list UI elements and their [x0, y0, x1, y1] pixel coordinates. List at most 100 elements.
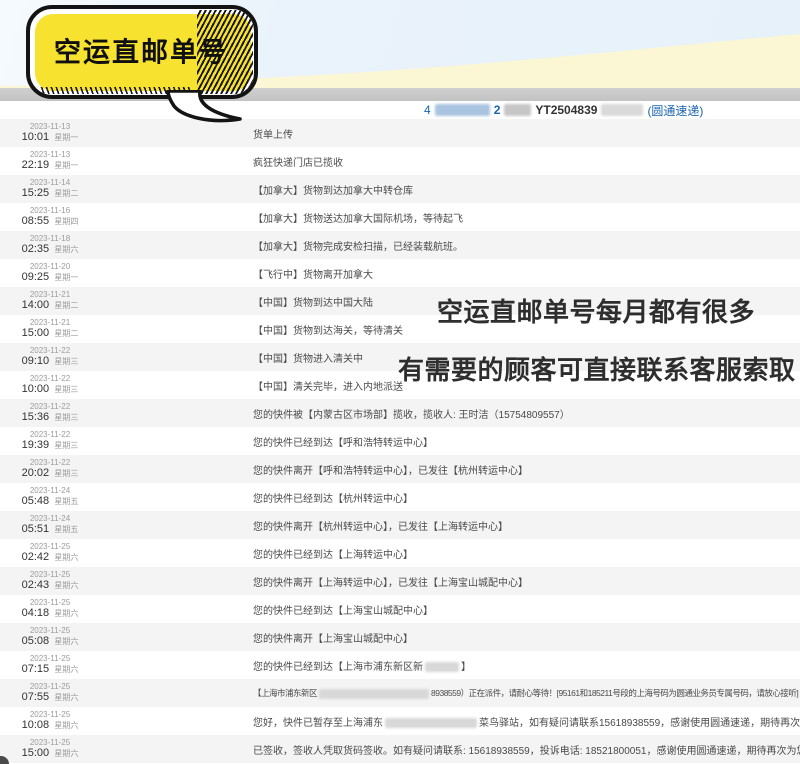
event-date-cell: 2023-11-13 10:01 星期一 — [0, 122, 100, 144]
message-text: 菜鸟驿站，如有疑问请联系15618938559，感谢使用圆通速递，期待再次为您服… — [479, 718, 800, 729]
event-time-text: 15:00 星期六 — [0, 747, 100, 760]
event-message: 您的快件已经到达【上海市浦东新区新】 — [253, 658, 471, 673]
event-weekday-text: 星期四 — [52, 217, 78, 226]
message-text: 【飞行中】货物离开加拿大 — [253, 270, 373, 281]
event-date-cell: 2023-11-24 05:48 星期五 — [0, 486, 100, 508]
event-date-cell: 2023-11-13 22:19 星期一 — [0, 150, 100, 172]
event-message: 您的快件离开【呼和浩特转运中心】，已发往【杭州转运中心】 — [253, 462, 528, 477]
event-date-text: 2023-11-13 — [0, 122, 100, 131]
tracking-event-row: 2023-11-25 04:18 星期六 您的快件已经到达【上海宝山城配中心】 — [0, 595, 800, 623]
event-weekday-text: 星期六 — [52, 637, 78, 646]
event-message: 【中国】货物到达中国大陆 — [253, 294, 373, 309]
event-date-text: 2023-11-24 — [0, 514, 100, 523]
message-text: 【中国】清关完毕，进入内地派送 — [253, 382, 403, 393]
event-weekday-text: 星期六 — [52, 693, 78, 702]
event-date-text: 2023-11-25 — [0, 598, 100, 607]
event-weekday-text: 星期三 — [52, 385, 78, 394]
tracking-page: 4 2 YT2504839 (圆通速递) 2023-11-13 10:01 星期… — [0, 0, 800, 764]
event-time-text: 10:00 星期三 — [0, 383, 100, 396]
event-weekday-text: 星期二 — [52, 301, 78, 310]
event-date-text: 2023-11-22 — [0, 458, 100, 467]
message-text: 您好，快件已暂存至上海浦东 — [253, 718, 383, 729]
redacted-label — [504, 104, 531, 116]
event-message: 您好，快件已暂存至上海浦东 菜鸟驿站，如有疑问请联系15618938559，感谢使… — [253, 714, 800, 729]
event-message: 您的快件被【内蒙古区市场部】揽收，揽收人: 王时洁（15754809557） — [253, 406, 570, 421]
event-time-text: 05:51 星期五 — [0, 523, 100, 536]
event-date-cell: 2023-11-25 07:55 星期六 — [0, 682, 100, 704]
event-date-cell: 2023-11-22 15:36 星期三 — [0, 402, 100, 424]
message-text: 【中国】货物到达中国大陆 — [253, 298, 373, 309]
event-date-text: 2023-11-22 — [0, 374, 100, 383]
event-date-cell: 2023-11-21 14:00 星期二 — [0, 290, 100, 312]
event-date-cell: 2023-11-14 15:25 星期二 — [0, 178, 100, 200]
event-time-text: 19:39 星期三 — [0, 439, 100, 452]
tracking-event-row: 2023-11-25 15:00 星期六 已签收，签收人凭取货码签收。如有疑问请… — [0, 735, 800, 763]
tracking-event-row: 2023-11-20 09:25 星期一 【飞行中】货物离开加拿大 — [0, 259, 800, 287]
callout-bubble-outline: 空运直邮单号 — [26, 5, 258, 99]
message-text: 您的快件离开【杭州转运中心】，已发往【上海转运中心】 — [253, 522, 508, 533]
event-weekday-text: 星期二 — [52, 329, 78, 338]
tracking-header[interactable]: 4 2 YT2504839 (圆通速递) — [0, 101, 800, 119]
tracking-event-row: 2023-11-24 05:48 星期五 您的快件已经到达【杭州转运中心】 — [0, 483, 800, 511]
message-text: 8938559）正在派件，请耐心等待！[95161和185211号段的上海号码为… — [431, 688, 798, 698]
event-message: 【加拿大】货物完成安检扫描，已经装载航班。 — [253, 238, 463, 253]
event-date-text: 2023-11-18 — [0, 234, 100, 243]
tracking-event-row: 2023-11-22 15:36 星期三 您的快件被【内蒙古区市场部】揽收，揽收… — [0, 399, 800, 427]
message-text: 疯狂快递门店已揽收 — [253, 158, 343, 169]
tracking-event-row: 2023-11-13 22:19 星期一 疯狂快递门店已揽收 — [0, 147, 800, 175]
event-weekday-text: 星期三 — [52, 469, 78, 478]
tracking-event-row: 2023-11-24 05:51 星期五 您的快件离开【杭州转运中心】，已发往【… — [0, 511, 800, 539]
event-date-cell: 2023-11-22 09:10 星期三 — [0, 346, 100, 368]
message-text: 您的快件离开【上海宝山城配中心】 — [253, 634, 413, 645]
event-time-text: 02:42 星期六 — [0, 551, 100, 564]
message-text: 【加拿大】货物到达加拿大中转仓库 — [253, 186, 413, 197]
tracking-event-row: 2023-11-18 02:35 星期六 【加拿大】货物完成安检扫描，已经装载航… — [0, 231, 800, 259]
event-date-cell: 2023-11-18 02:35 星期六 — [0, 234, 100, 256]
tracking-event-row: 2023-11-25 07:15 星期六 您的快件已经到达【上海市浦东新区新】 — [0, 651, 800, 679]
message-text: 您的快件已经到达【上海宝山城配中心】 — [253, 606, 433, 617]
tracking-event-row: 2023-11-25 07:55 星期六 【上海市浦东新区8938559）正在派… — [0, 679, 800, 707]
tracking-event-row: 2023-11-14 15:25 星期二 【加拿大】货物到达加拿大中转仓库 — [0, 175, 800, 203]
event-date-cell: 2023-11-25 02:42 星期六 — [0, 542, 100, 564]
message-text: 【中国】货物进入清关中 — [253, 354, 363, 365]
event-date-text: 2023-11-25 — [0, 738, 100, 747]
tracking-event-row: 2023-11-22 19:39 星期三 您的快件已经到达【呼和浩特转运中心】 — [0, 427, 800, 455]
event-date-text: 2023-11-25 — [0, 626, 100, 635]
event-time-text: 20:02 星期三 — [0, 467, 100, 480]
event-message: 【飞行中】货物离开加拿大 — [253, 266, 373, 281]
event-weekday-text: 星期六 — [52, 245, 78, 254]
event-message: 【上海市浦东新区8938559）正在派件，请耐心等待！[95161和185211… — [253, 687, 798, 699]
callout-bubble-label: 空运直邮单号 — [54, 31, 228, 70]
message-text: 【中国】货物到达海关，等待清关 — [253, 326, 403, 337]
event-weekday-text: 星期一 — [52, 133, 78, 142]
event-date-text: 2023-11-21 — [0, 290, 100, 299]
message-text: 您的快件已经到达【上海市浦东新区新 — [253, 662, 423, 673]
message-text: 货单上传 — [253, 130, 293, 141]
event-weekday-text: 星期六 — [52, 721, 78, 730]
event-message: 您的快件离开【杭州转运中心】，已发往【上海转运中心】 — [253, 518, 508, 533]
event-weekday-text: 星期六 — [52, 553, 78, 562]
tracking-event-row: 2023-11-25 10:08 星期六 您好，快件已暂存至上海浦东菜鸟驿站，如… — [0, 707, 800, 735]
callout-bubble: 空运直邮单号 — [26, 5, 258, 99]
tracking-event-row: 2023-11-22 20:02 星期三 您的快件离开【呼和浩特转运中心】，已发… — [0, 455, 800, 483]
event-time-text: 15:25 星期二 — [0, 187, 100, 200]
event-time-text: 14:00 星期二 — [0, 299, 100, 312]
tracking-event-list: 2023-11-13 10:01 星期一 货单上传 2023-11-13 22:… — [0, 119, 800, 763]
event-message: 货单上传 — [253, 126, 293, 141]
event-date-cell: 2023-11-24 05:51 星期五 — [0, 514, 100, 536]
promo-text-line1: 空运直邮单号每月都有很多 — [437, 292, 755, 329]
tracking-number: YT2504839 — [535, 103, 597, 117]
event-date-cell: 2023-11-20 09:25 星期一 — [0, 262, 100, 284]
event-weekday-text: 星期六 — [52, 749, 78, 758]
event-time-text: 10:01 星期一 — [0, 131, 100, 144]
event-date-cell: 2023-11-25 04:18 星期六 — [0, 598, 100, 620]
event-weekday-text: 星期三 — [52, 441, 78, 450]
event-message: 【中国】清关完毕，进入内地派送 — [253, 378, 403, 393]
message-text: 您的快件离开【上海转运中心】，已发往【上海宝山城配中心】 — [253, 578, 528, 589]
message-text: 您的快件已经到达【呼和浩特转运中心】 — [253, 438, 433, 449]
event-message: 您的快件已经到达【杭州转运中心】 — [253, 490, 413, 505]
tracking-event-row: 2023-11-25 02:42 星期六 您的快件已经到达【上海转运中心】 — [0, 539, 800, 567]
event-time-text: 02:43 星期六 — [0, 579, 100, 592]
event-time-text: 02:35 星期六 — [0, 243, 100, 256]
event-weekday-text: 星期三 — [52, 413, 78, 422]
